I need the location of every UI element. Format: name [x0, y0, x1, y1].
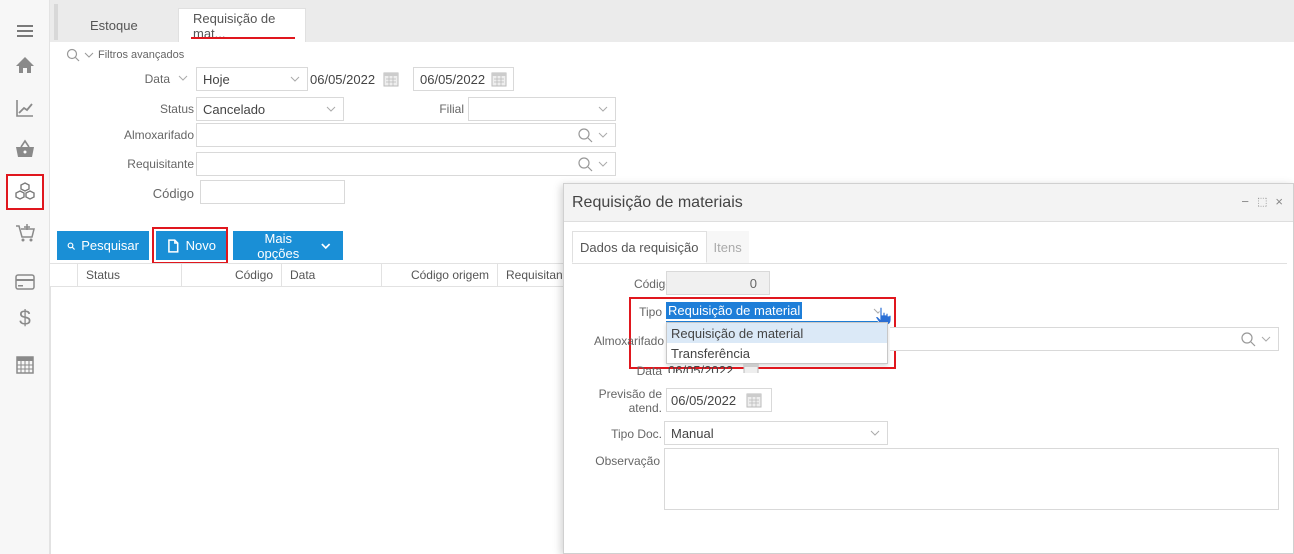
date-period-value: Hoje — [203, 71, 230, 87]
search-icon[interactable] — [577, 127, 593, 143]
maximize-icon[interactable]: ⬚ — [1257, 195, 1267, 209]
dialog-header: Requisição de materiais — [564, 184, 1293, 222]
tab-label: Estoque — [90, 17, 138, 33]
data-filter-label: Data — [144, 72, 170, 86]
requisicao-dialog: Requisição de materiais − ⬚ × Dados da r… — [563, 183, 1294, 554]
previsao-value: 06/05/2022 — [671, 392, 737, 408]
chart-icon[interactable] — [7, 91, 43, 125]
date-from-field[interactable]: 06/05/2022 — [310, 67, 399, 91]
codigo-field: 0 — [666, 271, 770, 295]
menu-icon[interactable] — [7, 14, 43, 48]
requisitante-filter-label: Requisitante — [127, 157, 194, 171]
date-to-field[interactable]: 06/05/2022 — [413, 67, 514, 91]
observacao-textarea[interactable] — [664, 448, 1279, 510]
filial-filter-label: Filial — [439, 102, 464, 116]
tab-bar-edge — [54, 4, 58, 40]
cart-add-icon[interactable] — [7, 216, 43, 250]
active-tab-underline — [191, 37, 295, 39]
more-options-button[interactable]: Mais opções — [233, 230, 343, 261]
codigo-filter-label: Código — [152, 186, 194, 201]
search-icon — [67, 241, 76, 250]
results-grid-header: Status Código Data Código origem Requisi… — [50, 263, 570, 287]
tab-requisicao[interactable]: Requisição de mat... — [178, 8, 306, 42]
chevron-down-icon — [84, 52, 94, 58]
tab-estoque[interactable]: Estoque — [76, 8, 176, 42]
data-value: 06/05/2022 — [668, 363, 734, 373]
date-to-value: 06/05/2022 — [420, 71, 486, 87]
calendar-icon[interactable] — [491, 71, 507, 87]
chevron-down-icon — [870, 430, 880, 436]
app-window: $ Estoque Requisição de mat... Filtros a… — [0, 0, 1294, 554]
grid-column-data[interactable]: Data — [282, 264, 382, 286]
grid-border — [50, 287, 51, 554]
main-sidebar: $ — [0, 0, 50, 554]
requisitante-lookup[interactable] — [196, 152, 616, 176]
observacao-label: Observação — [595, 454, 660, 468]
search-button-label: Pesquisar — [81, 238, 139, 253]
grid-column-status[interactable]: Status — [78, 264, 182, 286]
codigo-label: Código — [633, 277, 672, 291]
search-button[interactable]: Pesquisar — [57, 231, 149, 260]
tab-dados-requisicao[interactable]: Dados da requisição — [572, 231, 707, 263]
grid-column-codigo-origem[interactable]: Código origem — [382, 264, 498, 286]
new-button-highlight — [152, 227, 228, 264]
minimize-icon[interactable]: − — [1241, 194, 1249, 209]
home-icon[interactable] — [7, 48, 43, 82]
almoxarifado-lookup[interactable] — [196, 123, 616, 147]
calendar-icon[interactable] — [746, 392, 762, 408]
codigo-filter-input[interactable] — [200, 180, 345, 204]
search-icon — [66, 48, 80, 62]
tab-itens[interactable]: Itens — [706, 231, 749, 263]
chevron-down-icon — [326, 106, 336, 112]
dialog-title: Requisição de materiais — [572, 193, 743, 211]
chevron-down-icon — [1261, 336, 1271, 342]
status-value: Cancelado — [203, 101, 266, 117]
more-options-label: Mais opções — [257, 230, 300, 261]
codigo-value: 0 — [749, 275, 757, 291]
card-icon[interactable] — [7, 265, 43, 299]
calculator-icon[interactable] — [7, 348, 43, 382]
grid-select-column[interactable] — [50, 264, 78, 286]
chevron-down-icon — [290, 76, 300, 82]
advanced-filters-toggle[interactable]: Filtros avançados — [66, 48, 184, 62]
chevron-down-icon[interactable] — [178, 73, 188, 83]
grid-column-codigo[interactable]: Código — [182, 264, 282, 286]
search-icon[interactable] — [1240, 331, 1256, 347]
date-from-value: 06/05/2022 — [310, 71, 376, 87]
dollar-icon[interactable]: $ — [7, 302, 43, 336]
tab-bar: Estoque Requisição de mat... — [50, 0, 1294, 42]
dialog-tab-divider — [572, 263, 1287, 264]
calendar-icon[interactable] — [743, 362, 759, 373]
previsao-field[interactable]: 06/05/2022 — [666, 388, 772, 412]
dialog-tabs: Dados da requisição Itens — [572, 231, 749, 263]
shopping-basket-icon[interactable] — [7, 132, 43, 166]
tipodoc-select[interactable]: Manual — [664, 421, 888, 445]
tab-label: Requisição de mat... — [193, 10, 276, 41]
search-icon[interactable] — [577, 156, 593, 172]
data-field[interactable]: 06/05/2022 — [668, 359, 759, 373]
chevron-down-icon — [598, 161, 608, 167]
chevron-down-icon — [598, 106, 608, 112]
previsao-label: Previsão de atend. — [598, 387, 662, 415]
advanced-filters-label: Filtros avançados — [98, 49, 185, 61]
calendar-icon[interactable] — [383, 71, 399, 87]
dialog-window-controls: − ⬚ × — [1241, 194, 1283, 209]
tipodoc-value: Manual — [671, 425, 714, 441]
grid-column-requisitante[interactable]: Requisitante — [498, 264, 570, 286]
data-label: Data — [636, 364, 662, 378]
stock-boxes-icon[interactable] — [6, 174, 44, 210]
filial-select[interactable] — [468, 97, 616, 121]
chevron-down-icon — [598, 132, 608, 138]
almoxarifado-filter-label: Almoxarifado — [123, 128, 194, 142]
status-filter-label: Status — [159, 102, 194, 116]
close-icon[interactable]: × — [1275, 194, 1283, 209]
almoxarifado-field[interactable] — [890, 327, 1279, 351]
chevron-down-icon — [321, 242, 331, 249]
almoxarifado-label: Almoxarifado — [593, 334, 664, 348]
date-period-select[interactable]: Hoje — [196, 67, 308, 91]
status-select[interactable]: Cancelado — [196, 97, 344, 121]
tipodoc-label: Tipo Doc. — [611, 427, 662, 441]
